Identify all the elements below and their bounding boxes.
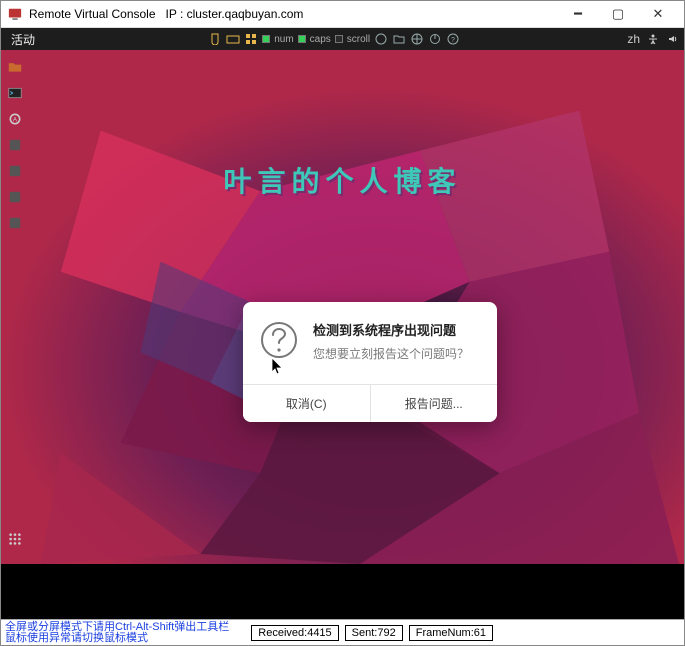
access-icon[interactable]: [646, 32, 660, 46]
mouse-icon[interactable]: [208, 32, 222, 46]
net-icon[interactable]: [410, 32, 424, 46]
dock-files-icon[interactable]: [8, 60, 22, 74]
maximize-button[interactable]: ▢: [598, 3, 638, 25]
dock-app1-icon[interactable]: [8, 138, 22, 152]
dialog-subtext: 您想要立刻报告这个问题吗？: [313, 345, 481, 362]
num-label: num: [274, 34, 293, 45]
input-lang[interactable]: zh: [627, 32, 640, 46]
app-icon: [7, 6, 23, 22]
stat-received: Received:4415: [251, 625, 338, 641]
status-bar: 全屏或分屏模式下请用Ctrl-Alt-Shift弹出工具栏 鼠标使用异常请切换鼠…: [1, 619, 684, 645]
volume-icon[interactable]: [666, 32, 680, 46]
window-ip-label: IP : cluster.qaqbuyan.com: [166, 7, 304, 21]
minimize-button[interactable]: ━: [558, 3, 598, 25]
stat-frame: FrameNum:61: [409, 625, 493, 641]
activities-button[interactable]: 活动: [5, 31, 41, 48]
dock-app2-icon[interactable]: [8, 164, 22, 178]
stat-sent: Sent:792: [345, 625, 403, 641]
dock: A: [1, 50, 29, 564]
status-hints: 全屏或分屏模式下请用Ctrl-Alt-Shift弹出工具栏 鼠标使用异常请切换鼠…: [5, 622, 229, 644]
cancel-button[interactable]: 取消(C): [243, 385, 370, 422]
desktop[interactable]: A 叶言的个人博客 检测到系统程序出现问题 您想要立刻报告这个问题吗？: [1, 50, 684, 564]
dock-apps-grid-icon[interactable]: [8, 532, 22, 546]
close-button[interactable]: ✕: [638, 3, 678, 25]
window-title: Remote Virtual Console: [29, 7, 156, 21]
help-icon[interactable]: ?: [446, 32, 460, 46]
os-window-titlebar: Remote Virtual Console IP : cluster.qaqb…: [1, 1, 684, 28]
dock-terminal-icon[interactable]: [8, 86, 22, 100]
disc-icon[interactable]: [374, 32, 388, 46]
toolbar-center: num caps scroll ?: [41, 32, 627, 46]
report-button[interactable]: 报告问题...: [370, 385, 498, 422]
hint-line-1: 全屏或分屏模式下请用Ctrl-Alt-Shift弹出工具栏: [5, 622, 229, 633]
question-icon: [259, 320, 299, 360]
grid-icon[interactable]: [244, 32, 258, 46]
keyboard-icon[interactable]: [226, 32, 240, 46]
dock-app4-icon[interactable]: [8, 216, 22, 230]
letterbox-bottom: [1, 564, 684, 619]
gnome-top-bar: 活动 num caps scroll ? zh: [1, 28, 684, 50]
scroll-led: [335, 35, 343, 43]
dialog-heading: 检测到系统程序出现问题: [313, 320, 481, 339]
dock-software-icon[interactable]: A: [8, 112, 22, 126]
lock-indicators: num caps scroll: [262, 34, 370, 45]
power-icon[interactable]: [428, 32, 442, 46]
folder-icon[interactable]: [392, 32, 406, 46]
scroll-label: scroll: [347, 34, 370, 45]
blog-title-text: 叶言的个人博客: [223, 160, 461, 200]
dock-app3-icon[interactable]: [8, 190, 22, 204]
hint-line-2: 鼠标使用异常请切换鼠标模式: [5, 633, 229, 644]
error-dialog: 检测到系统程序出现问题 您想要立刻报告这个问题吗？ 取消(C) 报告问题...: [243, 302, 497, 422]
svg-text:?: ?: [451, 37, 455, 44]
caps-led: [298, 35, 306, 43]
num-led: [262, 35, 270, 43]
remote-screen: 活动 num caps scroll ? zh: [1, 28, 684, 619]
caps-label: caps: [310, 34, 331, 45]
